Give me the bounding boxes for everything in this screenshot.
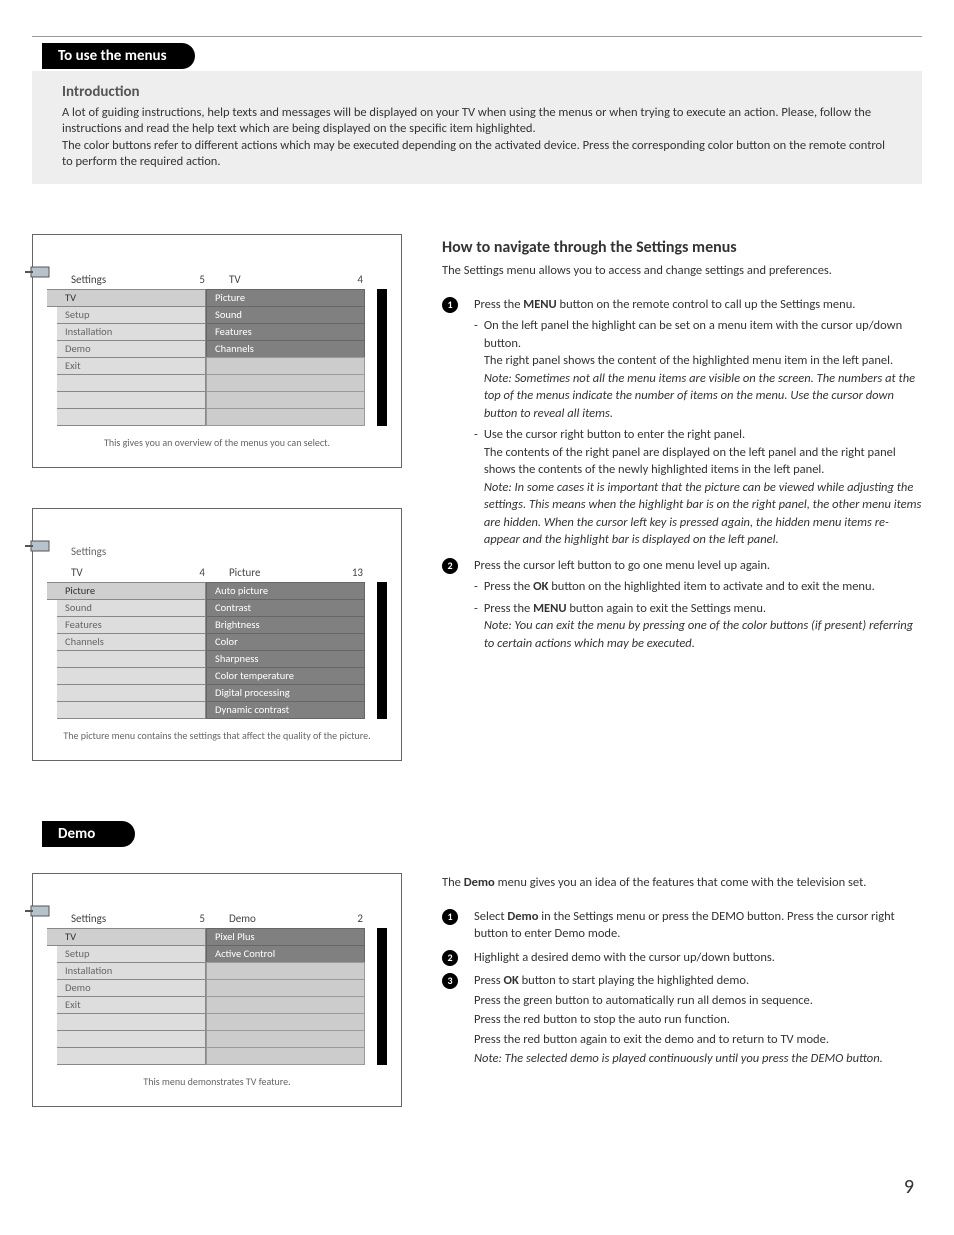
howto-heading: How to navigate through the Settings men…	[442, 238, 922, 257]
osd-row: TV	[47, 289, 206, 307]
step-number-icon: 2	[442, 950, 458, 966]
osd-row: Auto picture	[206, 582, 365, 600]
osd-row	[206, 1030, 365, 1048]
osd-tv-picture: Settings TV4 Picture13 Picture Sound Fea…	[32, 508, 402, 761]
osd2-right-count: 13	[352, 566, 363, 579]
step-2: 2 Press the cursor left button to go one…	[442, 557, 922, 655]
osd2-left-title: TV	[71, 566, 83, 579]
osd-row: Picture	[206, 289, 365, 307]
osd-row	[57, 391, 206, 409]
osd-row: Pixel Plus	[206, 928, 365, 946]
osd-row: Installation	[57, 323, 206, 341]
osd-row: Features	[57, 616, 206, 634]
osd-scrollbar	[377, 928, 387, 1065]
osd-row	[57, 667, 206, 685]
osd-row: Color	[206, 633, 365, 651]
osd-row: Active Control	[206, 945, 365, 963]
osd-row: Installation	[57, 962, 206, 980]
osd1-caption: This gives you an overview of the menus …	[47, 436, 387, 449]
step-number-icon: 3	[442, 973, 458, 989]
intro-p1: A lot of guiding instructions, help text…	[62, 105, 892, 136]
step-number-icon: 2	[442, 558, 458, 574]
step-1: 1 Press the MENU button on the remote co…	[442, 296, 922, 551]
osd-row: Contrast	[206, 599, 365, 617]
demo-step-1: 1 Select Demo in the Settings menu or pr…	[442, 908, 922, 943]
osd2-right-title: Picture	[229, 566, 261, 579]
intro-box: Introduction A lot of guiding instructio…	[32, 71, 922, 184]
osd2-left-count: 4	[199, 566, 205, 579]
top-rule	[32, 36, 922, 37]
osd-row: Setup	[57, 306, 206, 324]
intro-p2: The color buttons refer to different act…	[62, 138, 892, 169]
osd-tab-icon	[25, 537, 387, 551]
osd-row	[206, 374, 365, 392]
osd-row: Demo	[57, 340, 206, 358]
osd-row	[57, 701, 206, 719]
osd-scrollbar	[377, 582, 387, 719]
osd-row	[206, 357, 365, 375]
osd-row: Exit	[57, 996, 206, 1014]
osd-settings-tv: Settings5 TV4 TV Setup Installation Demo…	[32, 234, 402, 468]
demo-step-3: 3 Press OK button to start playing the h…	[442, 972, 922, 1070]
demo-lead: The Demo menu gives you an idea of the f…	[442, 875, 922, 890]
section-pill-menus: To use the menus	[42, 43, 195, 69]
step-number-icon: 1	[442, 909, 458, 925]
osd-tab-icon	[25, 263, 387, 277]
osd-tab-icon	[25, 902, 387, 916]
osd-row	[206, 391, 365, 409]
osd-row	[206, 996, 365, 1014]
osd-row	[57, 1030, 206, 1048]
step-number-icon: 1	[442, 297, 458, 313]
osd-row: Dynamic contrast	[206, 701, 365, 719]
osd-row: Channels	[57, 633, 206, 651]
osd-row	[206, 408, 365, 426]
osd3-caption: This menu demonstrates TV feature.	[47, 1075, 387, 1088]
osd-row	[206, 962, 365, 980]
osd-scrollbar	[377, 289, 387, 426]
osd-row: Setup	[57, 945, 206, 963]
osd-row	[57, 408, 206, 426]
howto-lead: The Settings menu allows you to access a…	[442, 263, 922, 278]
osd-row	[206, 979, 365, 997]
osd-row: Channels	[206, 340, 365, 358]
page-number: 9	[904, 1175, 914, 1199]
osd-row	[57, 684, 206, 702]
osd-row: Brightness	[206, 616, 365, 634]
intro-heading: Introduction	[62, 83, 892, 101]
osd-row: Sound	[57, 599, 206, 617]
osd-row: Picture	[47, 582, 206, 600]
osd-row: Digital processing	[206, 684, 365, 702]
osd-row: Demo	[57, 979, 206, 997]
section-pill-demo: Demo	[42, 821, 135, 847]
osd-row	[206, 1013, 365, 1031]
osd-row	[57, 1013, 206, 1031]
osd-row: Color temperature	[206, 667, 365, 685]
osd-row	[57, 374, 206, 392]
osd-row: Sound	[206, 306, 365, 324]
osd-row	[206, 1047, 365, 1065]
demo-step-2: 2 Highlight a desired demo with the curs…	[442, 949, 922, 967]
osd-row: Exit	[57, 357, 206, 375]
osd2-caption: The picture menu contains the settings t…	[47, 729, 387, 742]
osd-row: TV	[47, 928, 206, 946]
osd-row	[57, 1047, 206, 1065]
osd-row	[57, 650, 206, 668]
osd-row: Sharpness	[206, 650, 365, 668]
osd-settings-demo: Settings5 Demo2 TV Setup Installation De…	[32, 873, 402, 1107]
osd-row: Features	[206, 323, 365, 341]
